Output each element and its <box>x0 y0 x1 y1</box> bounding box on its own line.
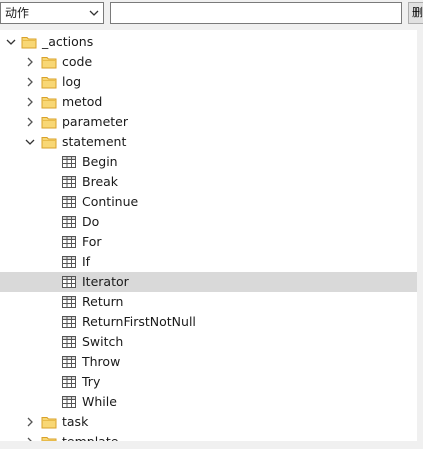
tree-node-template[interactable]: template <box>0 432 417 441</box>
chevron-right-icon[interactable] <box>24 96 36 108</box>
tree-leaf-returnfirstnotnull[interactable]: ReturnFirstNotNull <box>0 312 417 332</box>
folder-icon <box>41 97 57 109</box>
tree-leaf-label: If <box>82 254 91 269</box>
chevron-down-icon <box>89 10 99 16</box>
tree-leaf-continue[interactable]: Continue <box>0 192 417 212</box>
tree-node-label: code <box>62 54 93 69</box>
table-icon <box>62 236 76 248</box>
tree-leaf-label: Throw <box>82 354 121 369</box>
clear-button[interactable]: 删 <box>408 2 423 24</box>
tree-view: _actions code log metod parameter statem… <box>0 30 417 441</box>
chevron-right-icon[interactable] <box>24 416 36 428</box>
tree-leaf-label: For <box>82 234 102 249</box>
tree-leaf-throw[interactable]: Throw <box>0 352 417 372</box>
table-icon <box>62 396 76 408</box>
tree-node-label: task <box>62 414 89 429</box>
tree-leaf-label: Continue <box>82 194 139 209</box>
vertical-scrollbar[interactable] <box>417 30 423 441</box>
table-icon <box>62 336 76 348</box>
clear-button-label: 删 <box>412 6 423 19</box>
tree-node-label: parameter <box>62 114 128 129</box>
tree-leaf-label: Switch <box>82 334 124 349</box>
folder-icon <box>41 57 57 69</box>
tree-node-label: log <box>62 74 82 89</box>
tree-leaf-switch[interactable]: Switch <box>0 332 417 352</box>
search-input[interactable] <box>110 2 402 24</box>
tree-node-log[interactable]: log <box>0 72 417 92</box>
tree-node-label: _actions <box>42 34 94 49</box>
tree-leaf-label: Iterator <box>82 274 129 289</box>
chevron-down-icon[interactable] <box>24 136 36 148</box>
tree-leaf-label: While <box>82 394 117 409</box>
chevron-right-icon[interactable] <box>24 56 36 68</box>
tree-leaf-do[interactable]: Do <box>0 212 417 232</box>
chevron-right-icon[interactable] <box>24 116 36 128</box>
tree-leaf-try[interactable]: Try <box>0 372 417 392</box>
tree-leaf-label: ReturnFirstNotNull <box>82 314 196 329</box>
tree-node-label: statement <box>62 134 127 149</box>
tree-leaf-begin[interactable]: Begin <box>0 152 417 172</box>
type-select-value: 动作 <box>5 6 30 20</box>
type-select[interactable]: 动作 <box>0 2 104 24</box>
tree-leaf-return[interactable]: Return <box>0 292 417 312</box>
bottom-edge <box>0 441 423 449</box>
table-icon <box>62 356 76 368</box>
tree-node-code[interactable]: code <box>0 52 417 72</box>
tree-leaf-label: Break <box>82 174 119 189</box>
tree-leaf-while[interactable]: While <box>0 392 417 412</box>
chevron-down-icon[interactable] <box>5 36 17 48</box>
tree-node-label: template <box>62 434 118 441</box>
table-icon <box>62 276 76 288</box>
tree-leaf-label: Try <box>82 374 101 389</box>
tree-leaf-label: Begin <box>82 154 118 169</box>
folder-icon <box>41 137 57 149</box>
folder-icon <box>41 117 57 129</box>
folder-icon <box>21 37 37 49</box>
toolbar: 动作 删 <box>0 0 423 30</box>
table-icon <box>62 196 76 208</box>
tree-node-metod[interactable]: metod <box>0 92 417 112</box>
tree-leaf-iterator[interactable]: Iterator <box>0 272 417 292</box>
tree-leaf-break[interactable]: Break <box>0 172 417 192</box>
tree-leaf-label: Return <box>82 294 124 309</box>
folder-icon <box>41 77 57 89</box>
tree-node-parameter[interactable]: parameter <box>0 112 417 132</box>
tree-leaf-for[interactable]: For <box>0 232 417 252</box>
tree-node-label: metod <box>62 94 103 109</box>
tree-node-task[interactable]: task <box>0 412 417 432</box>
table-icon <box>62 176 76 188</box>
table-icon <box>62 256 76 268</box>
table-icon <box>62 376 76 388</box>
table-icon <box>62 316 76 328</box>
tree-node-actions[interactable]: _actions <box>0 32 417 52</box>
table-icon <box>62 296 76 308</box>
folder-icon <box>41 417 57 429</box>
tree-leaf-if[interactable]: If <box>0 252 417 272</box>
chevron-right-icon[interactable] <box>24 76 36 88</box>
tree-leaf-label: Do <box>82 214 100 229</box>
tree-node-statement[interactable]: statement <box>0 132 417 152</box>
table-icon <box>62 156 76 168</box>
table-icon <box>62 216 76 228</box>
